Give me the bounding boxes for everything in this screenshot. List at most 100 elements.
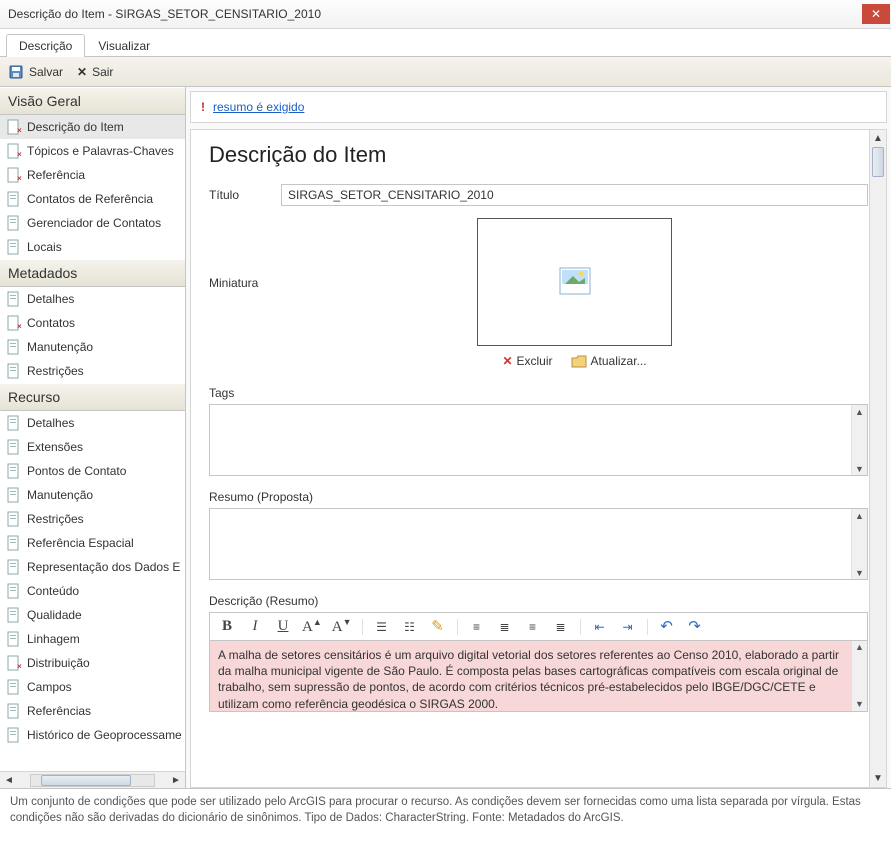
nav-detalhes2[interactable]: Detalhes — [0, 411, 185, 435]
tab-visualizar[interactable]: Visualizar — [85, 34, 163, 57]
nav-campos[interactable]: Campos — [0, 675, 185, 699]
scroll-down-icon[interactable]: ▼ — [852, 566, 867, 579]
align-left-button[interactable]: ≡ — [468, 620, 486, 634]
descricao-textarea[interactable]: A malha de setores censitários é um arqu… — [209, 640, 868, 712]
nav-label: Detalhes — [27, 416, 74, 430]
nav-manutencao2[interactable]: Manutenção — [0, 483, 185, 507]
resumo-label: Resumo (Proposta) — [209, 490, 868, 504]
underline-button[interactable]: U — [274, 618, 292, 635]
main-vscrollbar[interactable]: ▲ ▼ — [869, 130, 886, 787]
page-icon — [6, 291, 22, 307]
highlight-button[interactable]: ✎ — [429, 617, 447, 636]
nav-gerenciador[interactable]: Gerenciador de Contatos — [0, 211, 185, 235]
page-icon — [6, 487, 22, 503]
bold-button[interactable]: B — [218, 618, 236, 635]
nav-label: Restrições — [27, 364, 84, 378]
page-icon — [6, 439, 22, 455]
nav-conteudo[interactable]: Conteúdo — [0, 579, 185, 603]
save-button[interactable]: Salvar — [8, 64, 63, 80]
nav-label: Descrição do Item — [27, 120, 124, 134]
indent-button[interactable]: ⇥ — [619, 620, 637, 634]
scroll-up-icon[interactable]: ▲ — [852, 509, 867, 522]
nav-representacao[interactable]: Representação dos Dados E — [0, 555, 185, 579]
nav-locais[interactable]: Locais — [0, 235, 185, 259]
scroll-right-icon[interactable]: ► — [169, 774, 183, 787]
scroll-thumb[interactable] — [872, 147, 884, 177]
page-icon — [6, 415, 22, 431]
nav-topicos[interactable]: × Tópicos e Palavras-Chaves — [0, 139, 185, 163]
exit-label: Sair — [92, 65, 113, 79]
titulo-input[interactable] — [281, 184, 868, 206]
align-right-button[interactable]: ≡ — [524, 620, 542, 634]
page-icon — [6, 215, 22, 231]
scroll-down-icon[interactable]: ▼ — [852, 462, 867, 475]
number-list-button[interactable]: ☷ — [401, 620, 419, 634]
resumo-scrollbar[interactable]: ▲ ▼ — [851, 509, 867, 579]
page-icon — [6, 559, 22, 575]
nav-detalhes[interactable]: Detalhes — [0, 287, 185, 311]
notice-link[interactable]: resumo é exigido — [213, 100, 304, 114]
page-icon — [6, 339, 22, 355]
nav-descricao-item[interactable]: × Descrição do Item — [0, 115, 185, 139]
align-center-button[interactable]: ≣ — [496, 620, 514, 634]
nav-contatos-ref[interactable]: Contatos de Referência — [0, 187, 185, 211]
tab-strip: Descrição Visualizar — [0, 33, 891, 57]
main-panel: ! resumo é exigido Descrição do Item Tít… — [186, 87, 891, 788]
undo-button[interactable]: ↶ — [658, 617, 676, 636]
validation-notice: ! resumo é exigido — [190, 91, 887, 123]
close-button[interactable]: ✕ — [862, 4, 890, 24]
status-bar: Um conjunto de condições que pode ser ut… — [0, 788, 891, 832]
redo-button[interactable]: ↷ — [686, 617, 704, 636]
page-x-icon: × — [6, 143, 22, 159]
nav-restricoes[interactable]: Restrições — [0, 359, 185, 383]
bullet-list-button[interactable]: ☰ — [373, 620, 391, 634]
nav-ref-espacial[interactable]: Referência Espacial — [0, 531, 185, 555]
page-icon — [6, 679, 22, 695]
nav-referencia[interactable]: × Referência — [0, 163, 185, 187]
font-grow-button[interactable]: A▲ — [302, 617, 322, 636]
outdent-button[interactable]: ⇤ — [591, 620, 609, 634]
nav-label: Pontos de Contato — [27, 464, 126, 478]
nav-referencias[interactable]: Referências — [0, 699, 185, 723]
nav-restricoes2[interactable]: Restrições — [0, 507, 185, 531]
tab-descricao[interactable]: Descrição — [6, 34, 85, 57]
nav-label: Manutenção — [27, 340, 93, 354]
nav-contatos[interactable]: × Contatos — [0, 311, 185, 335]
nav-label: Tópicos e Palavras-Chaves — [27, 144, 174, 158]
scroll-up-icon[interactable]: ▲ — [852, 641, 867, 654]
tags-textarea[interactable]: ▲ ▼ — [209, 404, 868, 476]
nav-distribuicao[interactable]: × Distribuição — [0, 651, 185, 675]
thumbnail-preview — [477, 218, 672, 346]
scroll-left-icon[interactable]: ◄ — [2, 774, 16, 787]
nav-linhagem[interactable]: Linhagem — [0, 627, 185, 651]
descricao-scrollbar[interactable]: ▲ ▼ — [851, 641, 867, 711]
excluir-button[interactable]: ✕ Excluir — [502, 354, 552, 368]
nav-pontos-contato[interactable]: Pontos de Contato — [0, 459, 185, 483]
atualizar-button[interactable]: Atualizar... — [571, 354, 647, 368]
scroll-down-icon[interactable]: ▼ — [870, 770, 886, 787]
scroll-up-icon[interactable]: ▲ — [870, 130, 886, 147]
page-icon — [6, 607, 22, 623]
svg-text:×: × — [17, 150, 22, 159]
scroll-up-icon[interactable]: ▲ — [852, 405, 867, 418]
resumo-textarea[interactable]: ▲ ▼ — [209, 508, 868, 580]
section-metadados: Metadados — [0, 259, 185, 287]
page-icon — [6, 463, 22, 479]
page-icon — [6, 727, 22, 743]
sidebar-hscrollbar[interactable]: ◄ ► — [0, 771, 185, 788]
align-justify-button[interactable]: ≣ — [552, 620, 570, 634]
page-icon — [6, 631, 22, 647]
scroll-down-icon[interactable]: ▼ — [852, 698, 867, 711]
folder-icon — [571, 355, 587, 368]
scroll-thumb[interactable] — [41, 775, 131, 786]
font-shrink-button[interactable]: A▼ — [332, 617, 352, 636]
italic-button[interactable]: I — [246, 618, 264, 635]
exit-button[interactable]: ✕ Sair — [77, 65, 113, 79]
tags-scrollbar[interactable]: ▲ ▼ — [851, 405, 867, 475]
nav-historico-geo[interactable]: Histórico de Geoprocessame — [0, 723, 185, 747]
nav-label: Contatos de Referência — [27, 192, 153, 206]
nav-label: Qualidade — [27, 608, 82, 622]
nav-extensoes[interactable]: Extensões — [0, 435, 185, 459]
nav-qualidade[interactable]: Qualidade — [0, 603, 185, 627]
nav-manutencao[interactable]: Manutenção — [0, 335, 185, 359]
